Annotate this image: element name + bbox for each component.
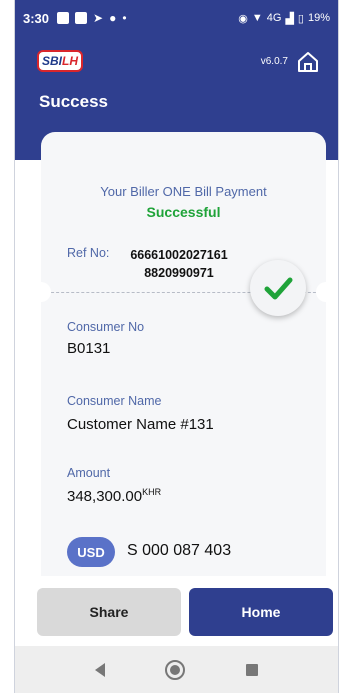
more-notifications-icon: •: [122, 11, 127, 25]
network-type: 4G: [266, 12, 282, 24]
amount-label: Amount: [67, 466, 111, 480]
wifi-icon: ▼: [251, 12, 263, 24]
amount-value: 348,300.00KHR: [67, 487, 161, 505]
ref-value-line1: 66661002027161: [130, 248, 228, 262]
checkmark-icon: [264, 277, 293, 300]
system-nav-bar: [15, 646, 338, 693]
consumer-name-value: Customer Name #131: [67, 416, 214, 433]
navigation-icon: ➤: [93, 11, 104, 25]
phone-screen: 3:30 ➤ ● • ◉ ▼ 4G ▟ ▯ 19% SBI LH v6.0.7 S…: [14, 0, 339, 693]
status-bar: 3:30 ➤ ● • ◉ ▼ 4G ▟ ▯ 19%: [15, 0, 338, 36]
status-time: 3:30: [23, 10, 50, 26]
gallery-icon: [57, 12, 70, 24]
logo-main: SBI: [41, 54, 62, 68]
amount-number: 348,300.00: [67, 488, 143, 505]
app-version: v6.0.7: [260, 56, 288, 67]
nav-home-icon[interactable]: [165, 659, 186, 680]
message-icon: [75, 12, 88, 24]
consumer-name-label: Consumer Name: [67, 394, 162, 408]
home-icon[interactable]: [296, 50, 320, 74]
payment-status: Successful: [146, 204, 221, 220]
receipt-notch-right: [316, 282, 336, 302]
notification-icons: ➤ ● •: [57, 11, 127, 25]
consumer-no-value: B0131: [67, 340, 111, 357]
ref-value: 66661002027161 8820990971: [119, 246, 239, 282]
vibrate-icon: ◉: [238, 12, 248, 25]
amount-currency: KHR: [142, 487, 162, 497]
ref-value-line2: 8820990971: [144, 266, 214, 280]
action-bar: Share Home: [15, 576, 338, 646]
receipt-notch-left: [31, 282, 51, 302]
page-title: Success: [39, 92, 108, 111]
recent-apps-icon[interactable]: [245, 663, 258, 676]
success-check-icon: [250, 260, 306, 316]
app-notification-icon: ●: [109, 11, 117, 25]
battery-icon: ▯: [297, 12, 304, 25]
ref-label: Ref No:: [67, 246, 110, 260]
share-button[interactable]: Share: [37, 588, 181, 636]
back-icon[interactable]: [95, 662, 106, 677]
usd-value: S 000 087 403: [127, 542, 232, 559]
home-button[interactable]: Home: [189, 588, 333, 636]
signal-icon: ▟: [285, 12, 294, 25]
status-right: ◉ ▼ 4G ▟ ▯ 19%: [238, 12, 330, 25]
receipt-card: Your Biller ONE Bill Payment Successful …: [31, 132, 336, 592]
battery-level: 19%: [307, 12, 330, 24]
usd-badge: USD: [67, 537, 115, 567]
bank-logo: SBI LH: [37, 50, 83, 72]
logo-sub: LH: [62, 54, 78, 68]
consumer-no-label: Consumer No: [67, 320, 145, 334]
payment-title: Your Biller ONE Bill Payment: [100, 184, 267, 199]
